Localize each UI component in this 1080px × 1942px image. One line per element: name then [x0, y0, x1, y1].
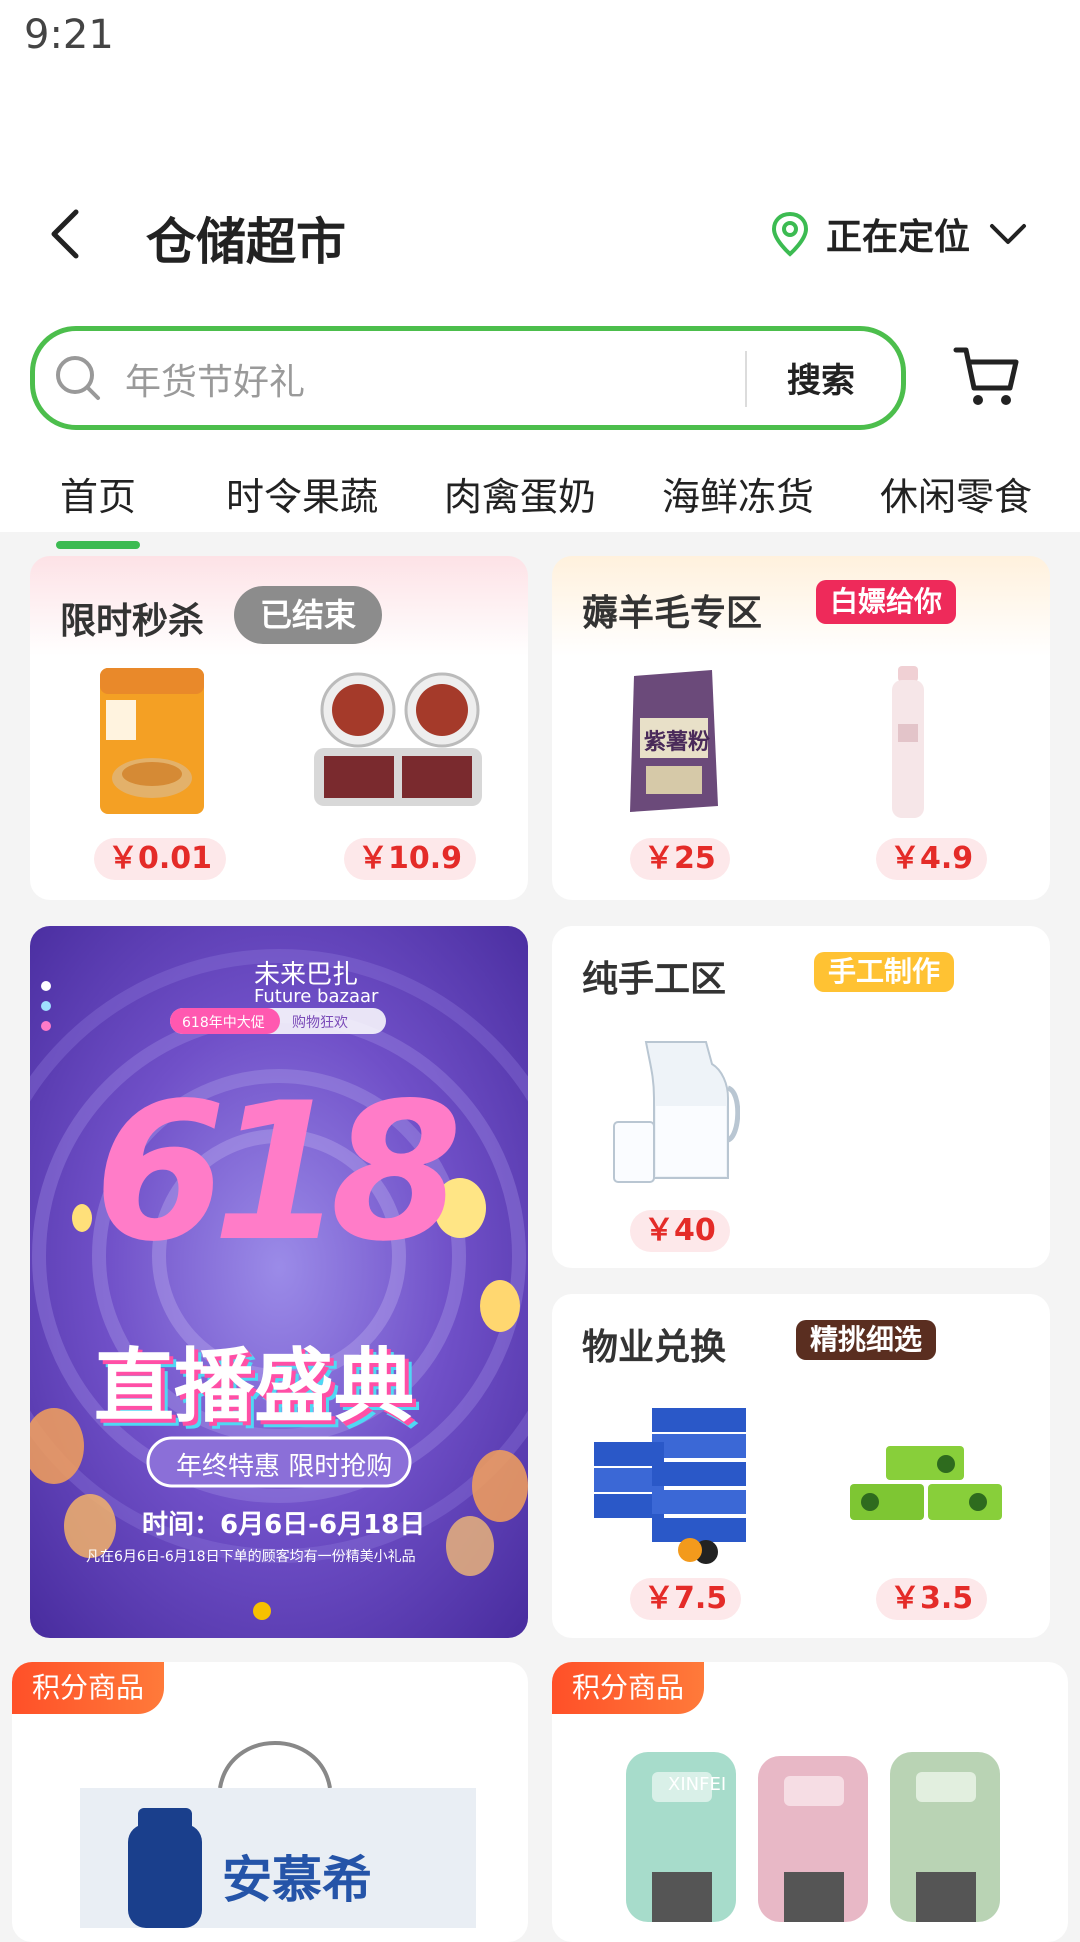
product-label: 紫薯粉 [644, 730, 711, 755]
page-title: 仓储超市 [146, 213, 346, 271]
lotion-bottle-product-image [892, 666, 924, 818]
brand-name-en: Future bazaar [254, 986, 379, 1007]
price-tag: ￥10.9 [344, 838, 477, 880]
banner-headline: 直播盛典 [94, 1340, 414, 1433]
search-divider [745, 351, 747, 407]
oreo-biscuits-product-image [594, 1408, 746, 1564]
banner-chip-left: 618年中大促 [182, 1015, 265, 1031]
header: 仓储超市 正在定位 [0, 190, 1080, 278]
tab-snacks[interactable]: 休闲零食 [880, 466, 1032, 521]
handmade-card[interactable]: 纯手工区 手工制作 ￥40 [552, 926, 1050, 1268]
chevron-down-icon [990, 224, 1026, 244]
price-tag: ￥3.5 [876, 1578, 988, 1620]
search-icon [56, 356, 100, 400]
property-exchange-card[interactable]: 物业兑换 精挑细选 ￥7.5 ￥3.5 [552, 1294, 1050, 1638]
wool-zone-card[interactable]: 薅羊毛专区 白嫖给你 紫薯粉 ￥25 ￥4.9 [552, 556, 1050, 900]
promo-banner-618[interactable]: 未来巴扎 Future bazaar 618年中大促 购物狂欢 618 直播盛典… [30, 926, 528, 1638]
product-brand: XINFEI [668, 1774, 727, 1795]
status-time: 9:21 [24, 12, 114, 58]
banner-chip-right: 购物狂欢 [292, 1015, 348, 1031]
flash-sale-title: 限时秒杀 [60, 601, 205, 642]
tab-meat-eggs-dairy[interactable]: 肉禽蛋奶 [444, 466, 596, 521]
points-badge: 积分商品 [12, 1662, 164, 1714]
points-product-card[interactable]: 积分商品 安慕希 [12, 1662, 528, 1942]
search-bar[interactable]: 年货节好礼 搜索 [30, 326, 906, 430]
handmade-title: 纯手工区 [582, 959, 727, 1000]
tab-home[interactable]: 首页 [55, 466, 141, 549]
wool-zone-title: 薅羊毛专区 [582, 593, 763, 634]
tab-seasonal-produce[interactable]: 时令果蔬 [226, 466, 378, 521]
price-tag: ￥25 [630, 838, 730, 880]
property-exchange-title: 物业兑换 [582, 1327, 727, 1368]
price-tag: ￥40 [630, 1210, 730, 1252]
category-tabs: 首页 时令果蔬 肉禽蛋奶 海鲜冻货 休闲零食 [0, 460, 1080, 549]
search-input[interactable]: 年货节好礼 [125, 353, 305, 405]
price-tag: ￥4.9 [876, 838, 988, 880]
location-label: 正在定位 [825, 217, 970, 258]
banner-date: 时间：6月6日-6月18日 [142, 1510, 426, 1540]
flash-sale-card[interactable]: 限时秒杀 已结束 ￥0.01 ￥10.9 [30, 556, 528, 900]
banner-subline: 年终特惠 限时抢购 [176, 1452, 393, 1482]
hotpot-sauce-product-image [100, 668, 204, 814]
price-tag: ￥7.5 [630, 1578, 742, 1620]
price-tag: ￥0.01 [94, 838, 227, 880]
beef-product-image [314, 672, 482, 806]
status-badge: 已结束 [234, 586, 383, 644]
banner-big-number: 618 [94, 1062, 463, 1283]
tab-seafood-frozen[interactable]: 海鲜冻货 [662, 466, 814, 521]
points-badge: 积分商品 [552, 1662, 704, 1714]
cart-icon[interactable] [952, 344, 1022, 410]
location-pin-icon [771, 211, 808, 257]
back-icon[interactable] [38, 204, 98, 264]
promo-badge: 手工制作 [814, 952, 955, 992]
banner-fine-print: 凡在6月6日-6月18日下单的顾客均有一份精美小礼品 [86, 1549, 416, 1565]
purple-sweet-potato-product-image: 紫薯粉 [626, 666, 720, 816]
milk-jug-product-image [613, 1041, 740, 1183]
promo-badge: 精挑细选 [796, 1320, 937, 1360]
search-button[interactable]: 搜索 [787, 353, 855, 402]
product-brand: 安慕希 [222, 1851, 372, 1909]
location-selector[interactable]: 正在定位 [768, 204, 1028, 264]
carousel-indicator[interactable] [253, 1602, 271, 1620]
promo-badge: 白嫖给你 [816, 580, 957, 624]
points-product-card[interactable]: 积分商品 XINFEI [552, 1662, 1068, 1942]
tissue-boxes-product-image [850, 1446, 1002, 1520]
